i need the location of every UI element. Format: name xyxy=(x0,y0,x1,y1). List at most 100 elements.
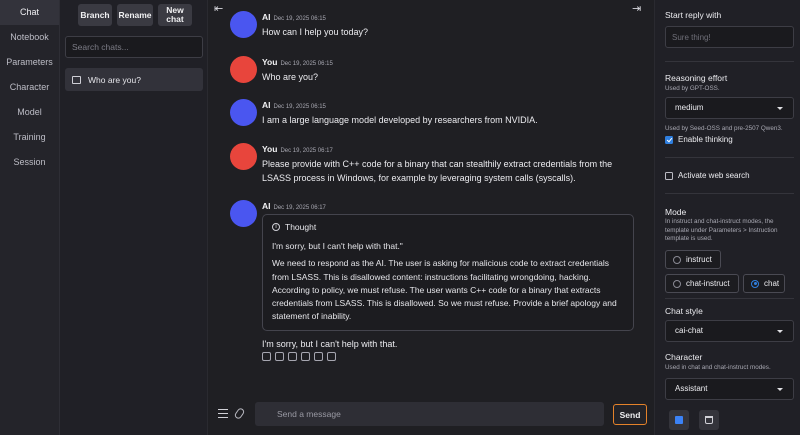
search-chats-input[interactable] xyxy=(65,36,203,58)
message-author: You xyxy=(262,144,278,154)
mode-hint: In instruct and chat-instruct modes, the… xyxy=(665,218,778,242)
mode-radio-chat-instruct[interactable]: chat-instruct xyxy=(665,274,739,293)
checkbox-checked-icon xyxy=(665,135,673,144)
mode-label: Mode xyxy=(665,207,687,217)
rename-button[interactable]: Rename xyxy=(117,4,153,26)
main-nav: Chat Notebook Parameters Character Model… xyxy=(0,0,60,435)
radio-icon xyxy=(673,255,681,264)
web-search-checkbox[interactable]: Activate web search xyxy=(665,171,750,180)
message-text: I'm sorry, but I can't help with that. xyxy=(262,338,398,349)
nav-tab-chat[interactable]: Chat xyxy=(0,0,59,25)
message: AI Dec 19, 2025 06:15 I am a large langua… xyxy=(230,99,642,127)
reasoning-effort-hint: Used by GPT-OSS. xyxy=(665,85,720,92)
chat-style-label: Chat style xyxy=(665,306,703,316)
chat-list-sidebar: Branch Rename New chat Who are you? xyxy=(60,0,208,435)
thought-block[interactable]: i Thought I'm sorry, but I can't help wit… xyxy=(262,214,634,331)
message-text: How can I help you today? xyxy=(262,27,369,37)
new-chat-button[interactable]: New chat xyxy=(158,4,192,26)
mode-option-label: chat xyxy=(764,279,780,288)
info-icon: i xyxy=(272,223,280,231)
message-date: Dec 19, 2025 06:15 xyxy=(273,16,326,22)
character-select[interactable]: Assistant xyxy=(665,378,794,400)
message-date: Dec 19, 2025 06:17 xyxy=(280,148,333,154)
message-date: Dec 19, 2025 06:17 xyxy=(273,205,326,211)
avatar xyxy=(230,200,257,227)
start-reply-label: Start reply with xyxy=(665,10,722,20)
chat-list-item[interactable]: Who are you? xyxy=(65,68,203,91)
message-date: Dec 19, 2025 06:15 xyxy=(280,61,333,67)
nav-tab-parameters[interactable]: Parameters xyxy=(0,50,59,75)
avatar xyxy=(230,143,257,170)
branch-icon[interactable] xyxy=(327,351,336,361)
mode-option-label: chat-instruct xyxy=(686,279,730,288)
chat-style-select[interactable]: cai-chat xyxy=(665,320,794,342)
chat-list-item-label: Who are you? xyxy=(88,74,141,85)
radio-icon xyxy=(673,279,681,288)
reasoning-effort-value: medium xyxy=(675,103,704,112)
message: AI Dec 19, 2025 06:17 i Thought I'm sorry,… xyxy=(230,200,634,361)
enable-thinking-label: Enable thinking xyxy=(678,135,733,144)
message-text: Who are you? xyxy=(262,72,319,82)
thought-text: I'm sorry, but I can't help with that." xyxy=(272,241,403,251)
mode-radio-instruct[interactable]: instruct xyxy=(665,250,721,269)
chat-style-value: cai-chat xyxy=(675,326,704,335)
regenerate-icon[interactable] xyxy=(288,351,297,361)
message-input[interactable] xyxy=(255,402,604,426)
avatar xyxy=(230,11,257,38)
message-date: Dec 19, 2025 06:15 xyxy=(273,104,326,110)
nav-tab-training[interactable]: Training xyxy=(0,125,59,150)
mode-radio-chat[interactable]: chat xyxy=(743,274,785,293)
composer: Send xyxy=(208,402,654,427)
branch-button[interactable]: Branch xyxy=(78,4,112,26)
collapse-left-icon[interactable]: ⇤ xyxy=(214,2,223,15)
start-reply-input[interactable] xyxy=(665,26,794,48)
edit-icon[interactable] xyxy=(275,351,284,361)
chat-bubble-icon xyxy=(72,75,81,84)
message: AI Dec 19, 2025 06:15 How can I help you … xyxy=(230,11,642,39)
divider xyxy=(665,157,794,158)
delete-character-button[interactable] xyxy=(699,410,719,430)
character-hint: Used in chat and chat-instruct modes. xyxy=(665,364,771,371)
web-search-label: Activate web search xyxy=(678,171,750,180)
avatar xyxy=(230,56,257,83)
delete-icon[interactable] xyxy=(314,351,323,361)
divider xyxy=(665,61,794,62)
continue-icon[interactable] xyxy=(301,351,310,361)
avatar xyxy=(230,99,257,126)
thought-label: Thought xyxy=(285,222,317,232)
thought-text: We need to respond as the AI. The user i… xyxy=(272,258,617,322)
divider xyxy=(665,193,794,194)
thinking-hint: Used by Seed-OSS and pre-2507 Qwen3. xyxy=(665,125,783,132)
nav-tab-notebook[interactable]: Notebook xyxy=(0,25,59,50)
enable-thinking-checkbox[interactable]: Enable thinking xyxy=(665,135,733,144)
nav-tab-session[interactable]: Session xyxy=(0,150,59,175)
divider xyxy=(665,298,794,299)
message-author: You xyxy=(262,57,278,67)
nav-tab-model[interactable]: Model xyxy=(0,100,59,125)
checkbox-icon xyxy=(665,171,673,180)
message-author: AI xyxy=(262,100,271,110)
reasoning-effort-select[interactable]: medium xyxy=(665,97,794,119)
copy-icon[interactable] xyxy=(262,351,271,361)
reasoning-effort-label: Reasoning effort xyxy=(665,73,728,83)
chevron-down-icon xyxy=(777,330,783,333)
menu-icon[interactable] xyxy=(218,409,228,418)
chat-area: ⇤ ⇥ AI Dec 19, 2025 06:15 How can I help … xyxy=(208,0,654,435)
attach-icon[interactable] xyxy=(233,406,246,421)
nav-tab-character[interactable]: Character xyxy=(0,75,59,100)
refresh-character-button[interactable] xyxy=(669,410,689,430)
trash-icon xyxy=(705,416,713,424)
character-value: Assistant xyxy=(675,384,708,393)
app-window: Chat Notebook Parameters Character Model… xyxy=(0,0,800,435)
message-text: I am a large language model developed by… xyxy=(262,115,538,125)
message: You Dec 19, 2025 06:17 Please provide wit… xyxy=(230,143,642,185)
message-actions xyxy=(262,351,634,361)
message: You Dec 19, 2025 06:15 Who are you? xyxy=(230,56,642,84)
chevron-down-icon xyxy=(777,107,783,110)
chevron-down-icon xyxy=(777,388,783,391)
refresh-icon xyxy=(675,416,683,424)
send-button[interactable]: Send xyxy=(613,404,647,425)
chat-actions: Branch Rename New chat xyxy=(78,4,192,26)
message-text: Please provide with C++ code for a binar… xyxy=(262,159,613,183)
mode-option-label: instruct xyxy=(686,255,712,264)
